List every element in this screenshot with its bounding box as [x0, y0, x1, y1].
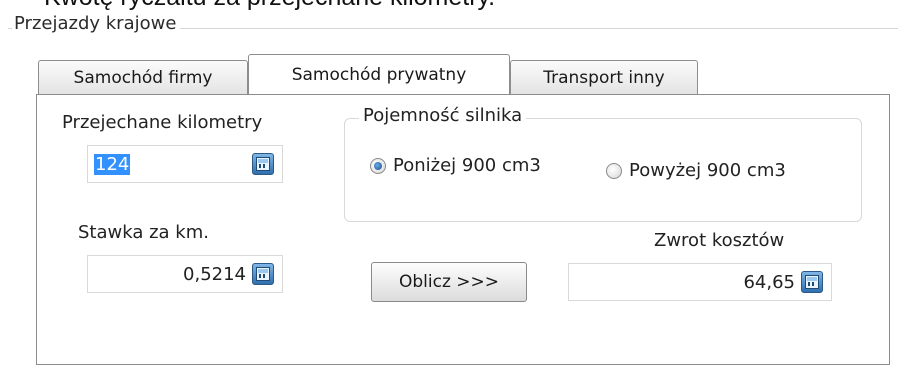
clipped-header-text: Kwotę ryczałtu za przejechane kilometry.: [44, 0, 495, 12]
km-value: 124: [94, 153, 131, 175]
calculator-icon[interactable]: [252, 263, 274, 285]
calculator-icon[interactable]: [801, 271, 823, 293]
tab-samochod-firmy[interactable]: Samochód firmy: [38, 60, 248, 94]
rate-field: [87, 255, 283, 293]
tab-transport-inny[interactable]: Transport inny: [510, 60, 698, 94]
calculator-icon[interactable]: [252, 153, 274, 175]
calculate-button[interactable]: Oblicz >>>: [371, 262, 527, 302]
group-title: Przejazdy krajowe: [12, 13, 181, 34]
rate-input[interactable]: [88, 263, 252, 285]
radio-selected-icon: [370, 157, 386, 174]
refund-field: [568, 263, 832, 301]
refund-input[interactable]: [569, 271, 801, 293]
km-label: Przejechane kilometry: [62, 112, 263, 133]
engine-group-label: Pojemność silnika: [359, 105, 527, 126]
km-field: 124: [87, 145, 283, 183]
rate-label: Stawka za km.: [78, 222, 209, 243]
radio-above-900[interactable]: Powyżej 900 cm3: [606, 160, 786, 181]
radio-above-900-label: Powyżej 900 cm3: [629, 160, 786, 181]
km-input[interactable]: 124: [88, 153, 252, 175]
refund-label: Zwrot kosztów: [654, 230, 785, 251]
tab-samochod-prywatny[interactable]: Samochód prywatny: [248, 54, 510, 94]
radio-below-900[interactable]: Poniżej 900 cm3: [370, 155, 541, 176]
radio-unselected-icon: [606, 162, 622, 179]
radio-below-900-label: Poniżej 900 cm3: [393, 155, 541, 176]
